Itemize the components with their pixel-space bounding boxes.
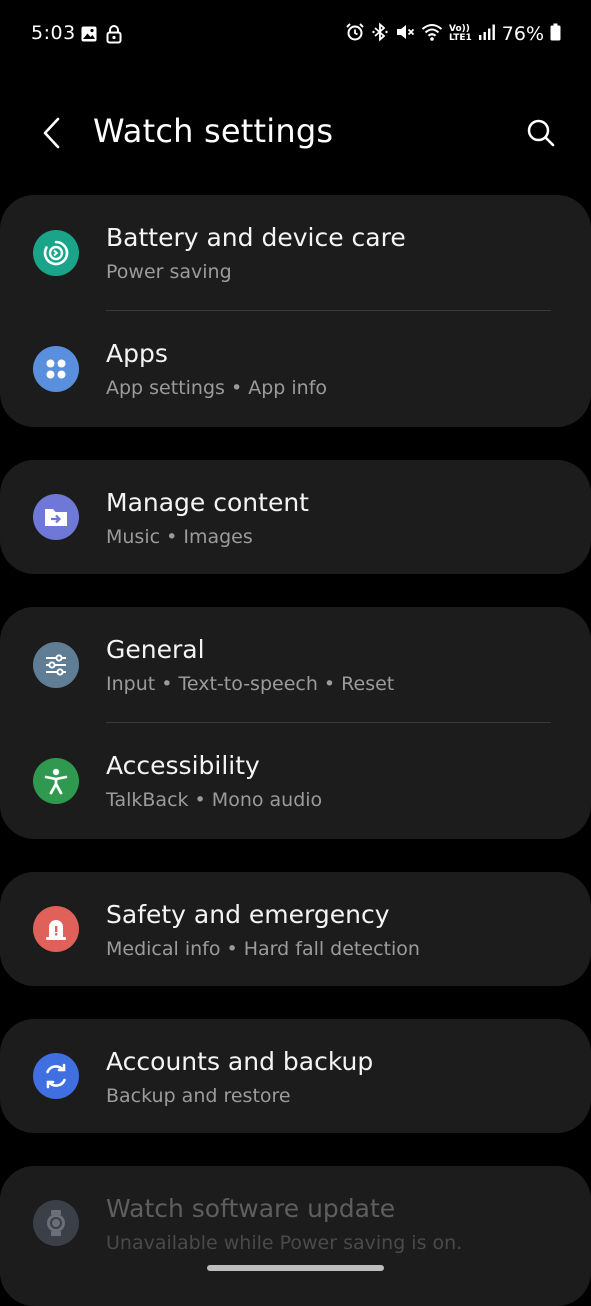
software-update-icon: [33, 1200, 79, 1246]
mute-icon: [395, 22, 415, 46]
setting-subtitle: Medical info • Hard fall detection: [106, 938, 420, 960]
setting-subtitle: Backup and restore: [106, 1085, 291, 1107]
lock-icon: [106, 24, 122, 48]
status-left-icons: [80, 24, 122, 48]
setting-general[interactable]: General Input • Text-to-speech • Reset: [0, 607, 591, 723]
settings-group-device: Battery and device care Power saving App…: [0, 195, 591, 427]
alarm-icon: [345, 22, 365, 46]
settings-group-content: Manage content Music • Images: [0, 460, 591, 574]
header: Watch settings: [0, 95, 591, 175]
setting-subtitle: App settings • App info: [106, 377, 328, 399]
bluetooth-icon: [371, 22, 389, 46]
setting-apps[interactable]: Apps App settings • App info: [0, 311, 591, 427]
wifi-icon: [421, 22, 443, 46]
status-right-icons: Vo)) LTE1 76%: [345, 22, 561, 46]
apps-icon: [33, 346, 79, 392]
setting-title: Watch software update: [106, 1194, 396, 1223]
setting-subtitle: Music • Images: [106, 526, 253, 548]
setting-subtitle: TalkBack • Mono audio: [106, 789, 323, 811]
settings-group-software: Watch software update Unavailable while …: [0, 1166, 591, 1306]
image-icon: [80, 25, 98, 47]
setting-title: Manage content: [106, 488, 309, 517]
search-icon: [527, 119, 555, 147]
setting-accessibility[interactable]: Accessibility TalkBack • Mono audio: [0, 723, 591, 839]
setting-battery-and-device-care[interactable]: Battery and device care Power saving: [0, 195, 591, 311]
battery-percent: 76%: [501, 23, 544, 45]
volte-label-bottom: LTE1: [448, 33, 472, 43]
status-time: 5:03: [31, 22, 76, 44]
accounts-backup-icon: [33, 1053, 79, 1099]
setting-subtitle: Input • Text-to-speech • Reset: [106, 673, 395, 695]
signal-icon: [478, 23, 496, 45]
back-button[interactable]: [30, 111, 74, 155]
general-icon: [33, 642, 79, 688]
back-arrow-icon: [43, 117, 60, 149]
setting-title: Accounts and backup: [106, 1047, 374, 1076]
setting-title: General: [106, 635, 205, 664]
volte-icon: Vo)) LTE1: [449, 25, 472, 43]
setting-title: Apps: [106, 339, 168, 368]
setting-subtitle: Unavailable while Power saving is on.: [106, 1232, 463, 1254]
settings-group-general: General Input • Text-to-speech • Reset A…: [0, 607, 591, 839]
setting-watch-software-update[interactable]: Watch software update Unavailable while …: [0, 1166, 591, 1280]
navigation-gesture-handle[interactable]: [207, 1265, 384, 1271]
settings-group-safety: Safety and emergency Medical info • Hard…: [0, 872, 591, 986]
manage-content-icon: [33, 494, 79, 540]
setting-subtitle: Power saving: [106, 261, 232, 283]
battery-care-icon: [33, 230, 79, 276]
setting-title: Safety and emergency: [106, 900, 390, 929]
search-button[interactable]: [519, 111, 563, 155]
setting-title: Accessibility: [106, 751, 260, 780]
settings-group-accounts: Accounts and backup Backup and restore: [0, 1019, 591, 1133]
setting-accounts-and-backup[interactable]: Accounts and backup Backup and restore: [0, 1019, 591, 1133]
battery-icon: [550, 23, 561, 45]
setting-title: Battery and device care: [106, 223, 406, 252]
page-title: Watch settings: [93, 112, 334, 150]
accessibility-icon: [33, 758, 79, 804]
safety-icon: [33, 906, 79, 952]
setting-manage-content[interactable]: Manage content Music • Images: [0, 460, 591, 574]
setting-safety-and-emergency[interactable]: Safety and emergency Medical info • Hard…: [0, 872, 591, 986]
status-bar: 5:03 Vo)) LTE1 76%: [0, 0, 591, 70]
